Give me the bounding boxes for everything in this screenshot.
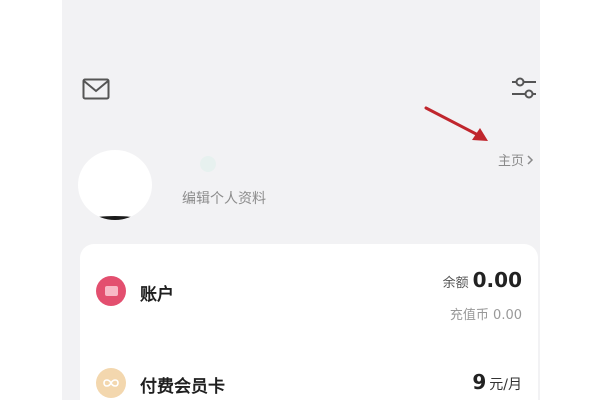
coins-value: 0.00 — [493, 308, 522, 323]
balance-value: 0.00 — [472, 268, 522, 292]
wallet-icon — [96, 276, 126, 306]
annotation-arrow — [424, 106, 488, 141]
account-title[interactable]: 账户 — [140, 280, 174, 305]
avatar[interactable] — [78, 150, 152, 220]
balance-label: 余额 — [442, 276, 469, 291]
username-placeholder — [200, 156, 216, 172]
membership-title[interactable]: 付费会员卡 — [140, 372, 225, 397]
wallet-card: 账户 余额 0.00 充值币 0.00 付费会员卡 9 元/月 — [80, 244, 538, 400]
chevron-right-icon — [527, 154, 534, 165]
homepage-link[interactable]: 主页 — [498, 150, 534, 169]
edit-profile-link[interactable]: 编辑个人资料 — [182, 188, 266, 208]
price-unit: 元/月 — [489, 377, 522, 393]
coins-label: 充值币 — [449, 308, 489, 323]
balance[interactable]: 余额 0.00 — [443, 268, 522, 292]
price-value: 9 — [472, 370, 487, 394]
homepage-label: 主页 — [498, 154, 525, 169]
recharge-coins: 充值币 0.00 — [450, 304, 522, 323]
sliders-icon[interactable] — [510, 76, 538, 100]
infinity-icon — [96, 368, 126, 398]
mail-icon[interactable] — [82, 78, 110, 100]
profile-screen: 主页 编辑个人资料 账户 余额 0.00 充值币 0.00 付费会员卡 9 元/… — [62, 0, 540, 400]
membership-price[interactable]: 9 元/月 — [472, 370, 522, 394]
